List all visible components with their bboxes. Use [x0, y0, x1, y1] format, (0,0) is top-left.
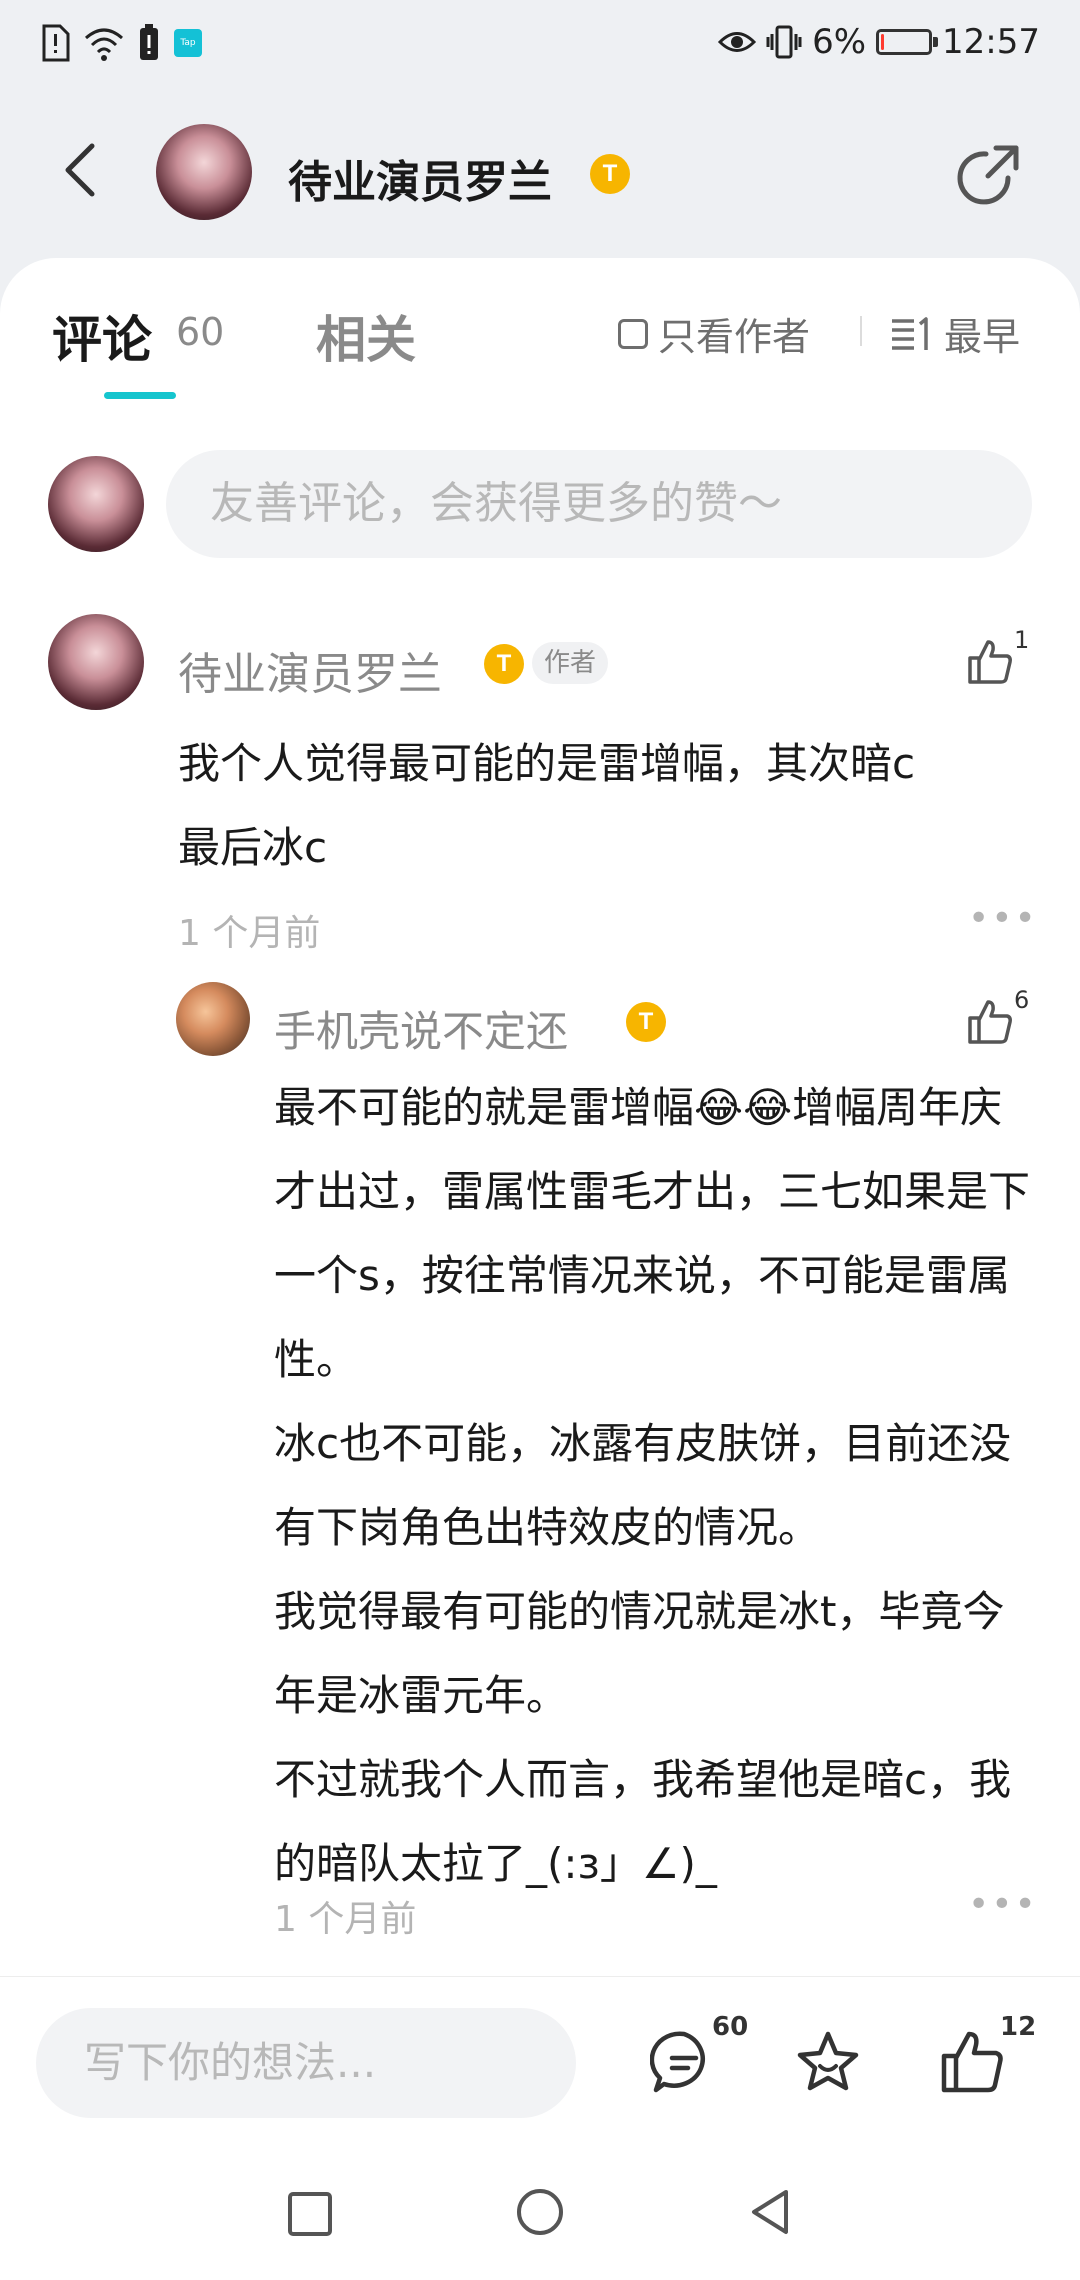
- more-options-icon[interactable]: •••: [968, 898, 1038, 939]
- more-options-icon[interactable]: •••: [968, 1884, 1038, 1925]
- status-left-icons: Tap: [40, 24, 202, 62]
- author-avatar[interactable]: [156, 124, 252, 220]
- reply-like-count: 6: [1014, 986, 1030, 1014]
- nav-back-icon[interactable]: [746, 2188, 794, 2236]
- battery-icon: [876, 29, 939, 55]
- status-bar: Tap 6% 12:57: [0, 0, 1080, 90]
- favorite-star-icon[interactable]: [794, 2028, 862, 2096]
- comment-like-count: 1: [1014, 626, 1030, 654]
- eye-icon: [718, 32, 757, 52]
- sim-alert-icon: [42, 24, 70, 62]
- only-author-toggle[interactable]: 只看作者: [618, 306, 810, 361]
- reply-body: 最不可能的就是雷增幅😂😂增幅周年庆才出过，雷属性雷毛才出，三七如果是下一个s，按…: [274, 1083, 1031, 1888]
- comment-author[interactable]: 待业演员罗兰: [178, 638, 442, 702]
- comment-time: 1 个月前: [178, 913, 321, 954]
- thumbs-up-icon[interactable]: [966, 998, 1014, 1046]
- my-avatar: [48, 456, 144, 552]
- recent-apps-icon[interactable]: [286, 2190, 334, 2238]
- thumbs-up-icon[interactable]: [966, 638, 1014, 686]
- comment-body: 我个人觉得最可能的是雷增幅，其次暗c 最后冰c: [178, 722, 1038, 890]
- thumbs-up-icon[interactable]: [938, 2028, 1006, 2096]
- author-tag: 作者: [532, 642, 609, 684]
- reply-author[interactable]: 手机壳说不定还: [274, 998, 568, 1059]
- tab-comments[interactable]: 评论: [52, 300, 152, 372]
- comment-icon[interactable]: [650, 2028, 718, 2096]
- wifi-icon: [85, 28, 123, 61]
- write-comment-input[interactable]: 写下你的想法...: [36, 2008, 576, 2118]
- comment-input[interactable]: 友善评论，会获得更多的赞～: [166, 450, 1032, 558]
- comment-count-badge: 60: [712, 2012, 749, 2042]
- comment-text-line: 我个人觉得最可能的是雷增幅，其次暗c: [178, 739, 916, 788]
- verified-badge-icon: T: [626, 1002, 666, 1042]
- status-right: 6% 12:57: [718, 22, 1040, 62]
- reply-avatar[interactable]: [176, 982, 250, 1056]
- active-tab-indicator: [104, 392, 176, 399]
- taptap-app-icon: Tap: [174, 29, 202, 57]
- sort-label: 最早: [944, 315, 1021, 359]
- back-arrow-icon[interactable]: [56, 140, 104, 200]
- reply-time: 1 个月前: [274, 1899, 417, 1940]
- checkbox-icon[interactable]: [618, 318, 648, 349]
- sort-button[interactable]: 最早: [890, 306, 1020, 361]
- verified-badge-icon: T: [590, 154, 630, 194]
- like-count-badge: 12: [1000, 2012, 1037, 2042]
- battery-level: [881, 34, 885, 50]
- only-author-label: 只看作者: [658, 315, 811, 359]
- share-icon[interactable]: [956, 140, 1024, 208]
- author-name[interactable]: 待业演员罗兰: [288, 146, 552, 210]
- battery-percent: 6%: [812, 22, 867, 62]
- sort-list-icon: [892, 316, 928, 350]
- vibrate-icon: [766, 25, 802, 59]
- tab-related[interactable]: 相关: [316, 300, 416, 372]
- comment-text-line: 最后冰c: [178, 823, 328, 872]
- verified-badge-icon: T: [484, 644, 524, 684]
- clock: 12:57: [942, 22, 1040, 62]
- home-icon[interactable]: [516, 2188, 564, 2236]
- comment-avatar[interactable]: [48, 614, 144, 710]
- divider: [860, 316, 862, 346]
- comments-count: 60: [176, 310, 225, 354]
- battery-alert-icon: [140, 24, 158, 60]
